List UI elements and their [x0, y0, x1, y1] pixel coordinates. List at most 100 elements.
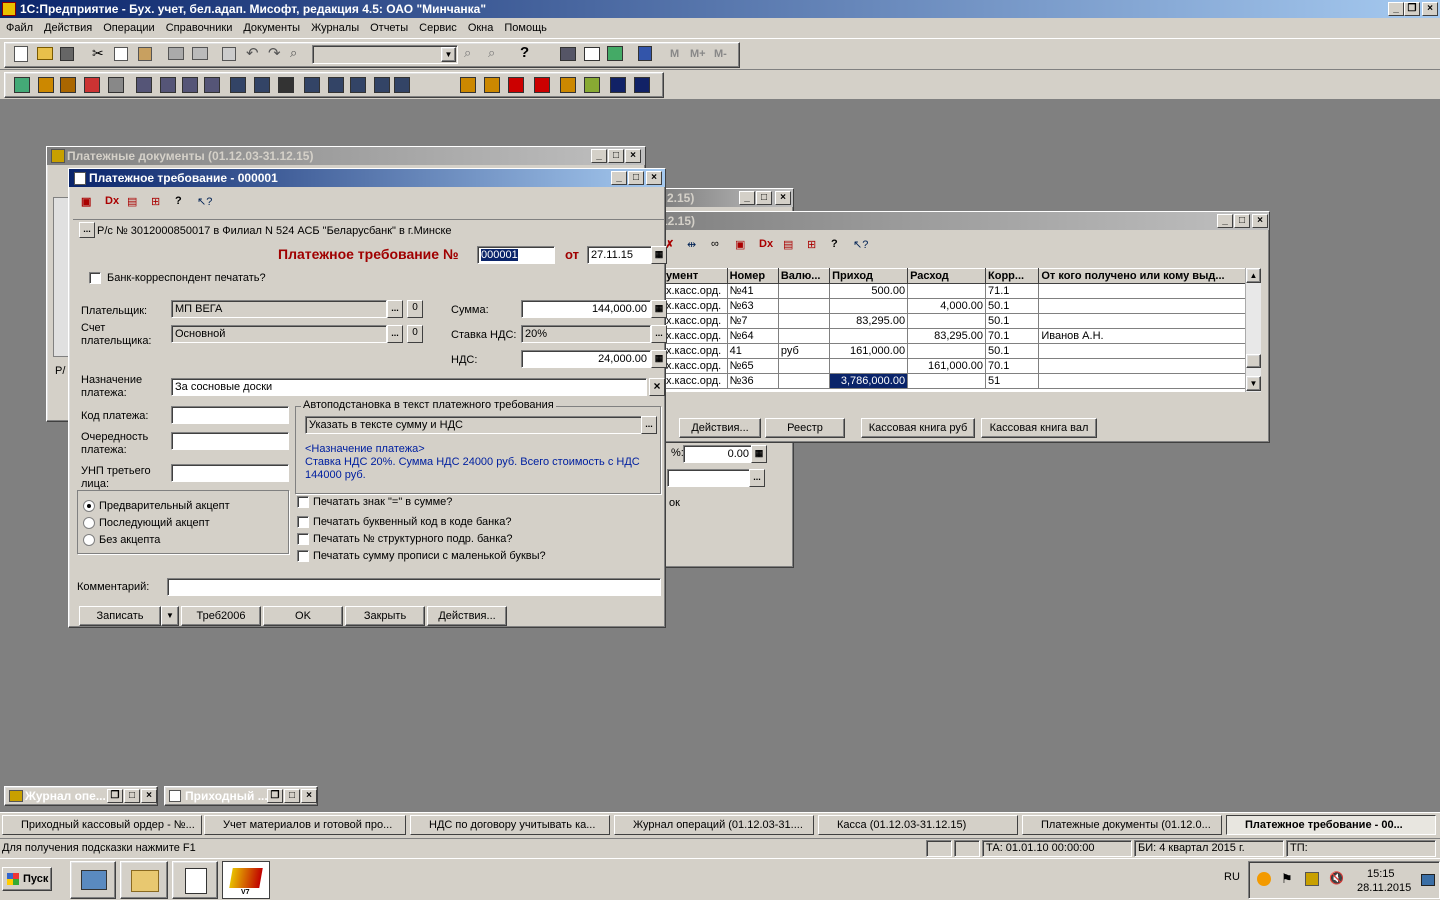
print-form-button[interactable]: Треб2006: [181, 606, 261, 626]
form-close-button[interactable]: ×: [646, 171, 662, 185]
table-cell[interactable]: [1038, 283, 1259, 299]
autofill-option-field[interactable]: Указать в тексте сумму и НДС: [305, 416, 643, 434]
table-cell[interactable]: [907, 373, 987, 389]
print-preview-icon[interactable]: [192, 47, 208, 60]
table-cell[interactable]: [777, 313, 831, 329]
notes-tool-icon[interactable]: [584, 77, 600, 93]
table-row[interactable]: х.касс.орд. №63 4,000.00 50.1: [663, 298, 1259, 314]
globe-tool-icon[interactable]: [610, 77, 626, 93]
table-cell[interactable]: [907, 343, 987, 359]
kassa-help-icon[interactable]: ?: [831, 238, 838, 250]
undo-icon[interactable]: ↶: [246, 44, 259, 62]
menu-file[interactable]: Файл: [2, 18, 37, 38]
start-button[interactable]: Пуск: [2, 867, 52, 891]
form-actions-button[interactable]: Действия...: [427, 606, 507, 626]
table-cell[interactable]: 83,295.00: [907, 328, 987, 344]
table-cell[interactable]: 70.1: [985, 328, 1040, 344]
minimized-journal-maximize[interactable]: □: [124, 789, 140, 803]
minimized-journal-close[interactable]: ×: [141, 789, 157, 803]
form-doc-delete-icon[interactable]: ▣: [81, 195, 91, 208]
table-cell[interactable]: [1038, 313, 1259, 329]
report-4-icon[interactable]: [304, 77, 320, 93]
table-cell[interactable]: 50.1: [985, 343, 1040, 359]
1c-tool-icon[interactable]: [508, 77, 524, 93]
help-icon[interactable]: ?: [520, 44, 529, 61]
minimized-receipt[interactable]: Приходный ... ❐ □ ×: [164, 786, 318, 806]
vat-rate-select-button[interactable]: ...: [651, 325, 667, 343]
kassa-grid[interactable]: умент Номер Валю... Приход Расход Корр... От к…: [663, 268, 1259, 392]
report-8-icon[interactable]: [394, 77, 410, 93]
kassa-binoculars-icon[interactable]: ∞: [711, 238, 719, 250]
cut-icon[interactable]: ✂: [92, 45, 104, 62]
autofill-option-select-button[interactable]: ...: [641, 416, 657, 434]
form-maximize-button[interactable]: □: [628, 171, 644, 185]
update-icon[interactable]: [1257, 872, 1271, 886]
kassa-column-header[interactable]: Расход: [907, 268, 987, 284]
menu-service[interactable]: Сервис: [415, 18, 461, 38]
menu-windows[interactable]: Окна: [464, 18, 498, 38]
document-number-field[interactable]: 000001: [477, 246, 555, 264]
calendar-icon[interactable]: [584, 47, 600, 61]
wrench-tool-icon[interactable]: [484, 77, 500, 93]
form-minimize-button[interactable]: _: [611, 171, 627, 185]
language-indicator[interactable]: RU: [1224, 871, 1240, 883]
minimized-receipt-close[interactable]: ×: [301, 789, 317, 803]
table-cell[interactable]: [829, 358, 909, 374]
kassa-scrollbar[interactable]: ▲ ▼: [1245, 268, 1261, 392]
table-cell[interactable]: х.касс.орд.: [663, 283, 728, 299]
menu-references[interactable]: Справочники: [162, 18, 237, 38]
kassa-width-icon[interactable]: ⇹: [687, 238, 696, 251]
bank-print-checkbox[interactable]: [89, 272, 101, 284]
table-cell[interactable]: 161,000.00: [829, 343, 909, 359]
kassa-level-icon[interactable]: ⊞: [807, 238, 816, 251]
table-cell[interactable]: [777, 328, 831, 344]
memory-button[interactable]: M: [670, 48, 679, 60]
unp-field[interactable]: [171, 464, 289, 482]
table-cell[interactable]: 83,295.00: [829, 313, 909, 329]
vat-field[interactable]: 24,000.00: [521, 350, 651, 368]
paste-icon[interactable]: [138, 47, 152, 61]
find-icon[interactable]: ⌕: [290, 45, 297, 61]
mail-tool-icon[interactable]: [560, 77, 576, 93]
table-cell[interactable]: 50.1: [985, 313, 1040, 329]
scroll-down-arrow-icon[interactable]: ▼: [1246, 376, 1261, 391]
quicklaunch-1c[interactable]: V7: [222, 861, 270, 899]
table-cell[interactable]: 41: [726, 343, 779, 359]
search-combo[interactable]: ▼: [312, 45, 458, 64]
table-cell[interactable]: №36: [726, 373, 779, 389]
middle-select-field[interactable]: [667, 469, 751, 487]
menu-reports[interactable]: Отчеты: [366, 18, 412, 38]
report-5-icon[interactable]: [328, 77, 344, 93]
invoice-icon[interactable]: [204, 77, 220, 93]
table-cell[interactable]: №64: [726, 328, 779, 344]
table-row[interactable]: х.касс.орд. №65 161,000.00 70.1: [663, 358, 1259, 374]
middle-percent-calc-button[interactable]: ▦: [751, 445, 767, 463]
payer-account-field[interactable]: Основной: [171, 325, 387, 343]
payment-request-icon[interactable]: [160, 77, 176, 93]
new-document-icon[interactable]: [14, 46, 28, 62]
sum-calculator-button[interactable]: ▦: [651, 300, 667, 318]
table-cell[interactable]: 3,786,000.00: [829, 373, 909, 389]
kassa-minimize-button[interactable]: _: [1217, 214, 1233, 228]
kassa-doc-delete-icon[interactable]: ▣: [735, 238, 745, 251]
document-date-field[interactable]: 27.11.15: [587, 246, 653, 264]
quicklaunch-computer[interactable]: [70, 861, 116, 899]
open-folder-icon[interactable]: [37, 47, 53, 60]
scroll-thumb[interactable]: [1246, 354, 1261, 368]
table-cell[interactable]: х.касс.орд.: [663, 343, 728, 359]
form-dx-icon[interactable]: Dx: [105, 195, 119, 207]
report-7-icon[interactable]: [374, 77, 390, 93]
replace-icon[interactable]: ⌕: [488, 45, 495, 61]
table-cell[interactable]: [777, 373, 831, 389]
memory-minus-button[interactable]: M-: [714, 48, 727, 60]
purpose-field[interactable]: За сосновые доски: [171, 378, 647, 396]
kassa-column-header[interactable]: Корр...: [985, 268, 1040, 284]
save-dropdown-button[interactable]: ▼: [161, 606, 179, 626]
operations-journal-icon[interactable]: [38, 77, 54, 93]
volume-muted-icon[interactable]: 🔇: [1329, 871, 1344, 885]
save-button[interactable]: Записать: [79, 606, 161, 626]
app-restore-button[interactable]: ❐: [1404, 2, 1420, 16]
table-cell[interactable]: 500.00: [829, 283, 909, 299]
table-cell[interactable]: [907, 283, 987, 299]
payments-maximize-button[interactable]: □: [608, 149, 624, 163]
